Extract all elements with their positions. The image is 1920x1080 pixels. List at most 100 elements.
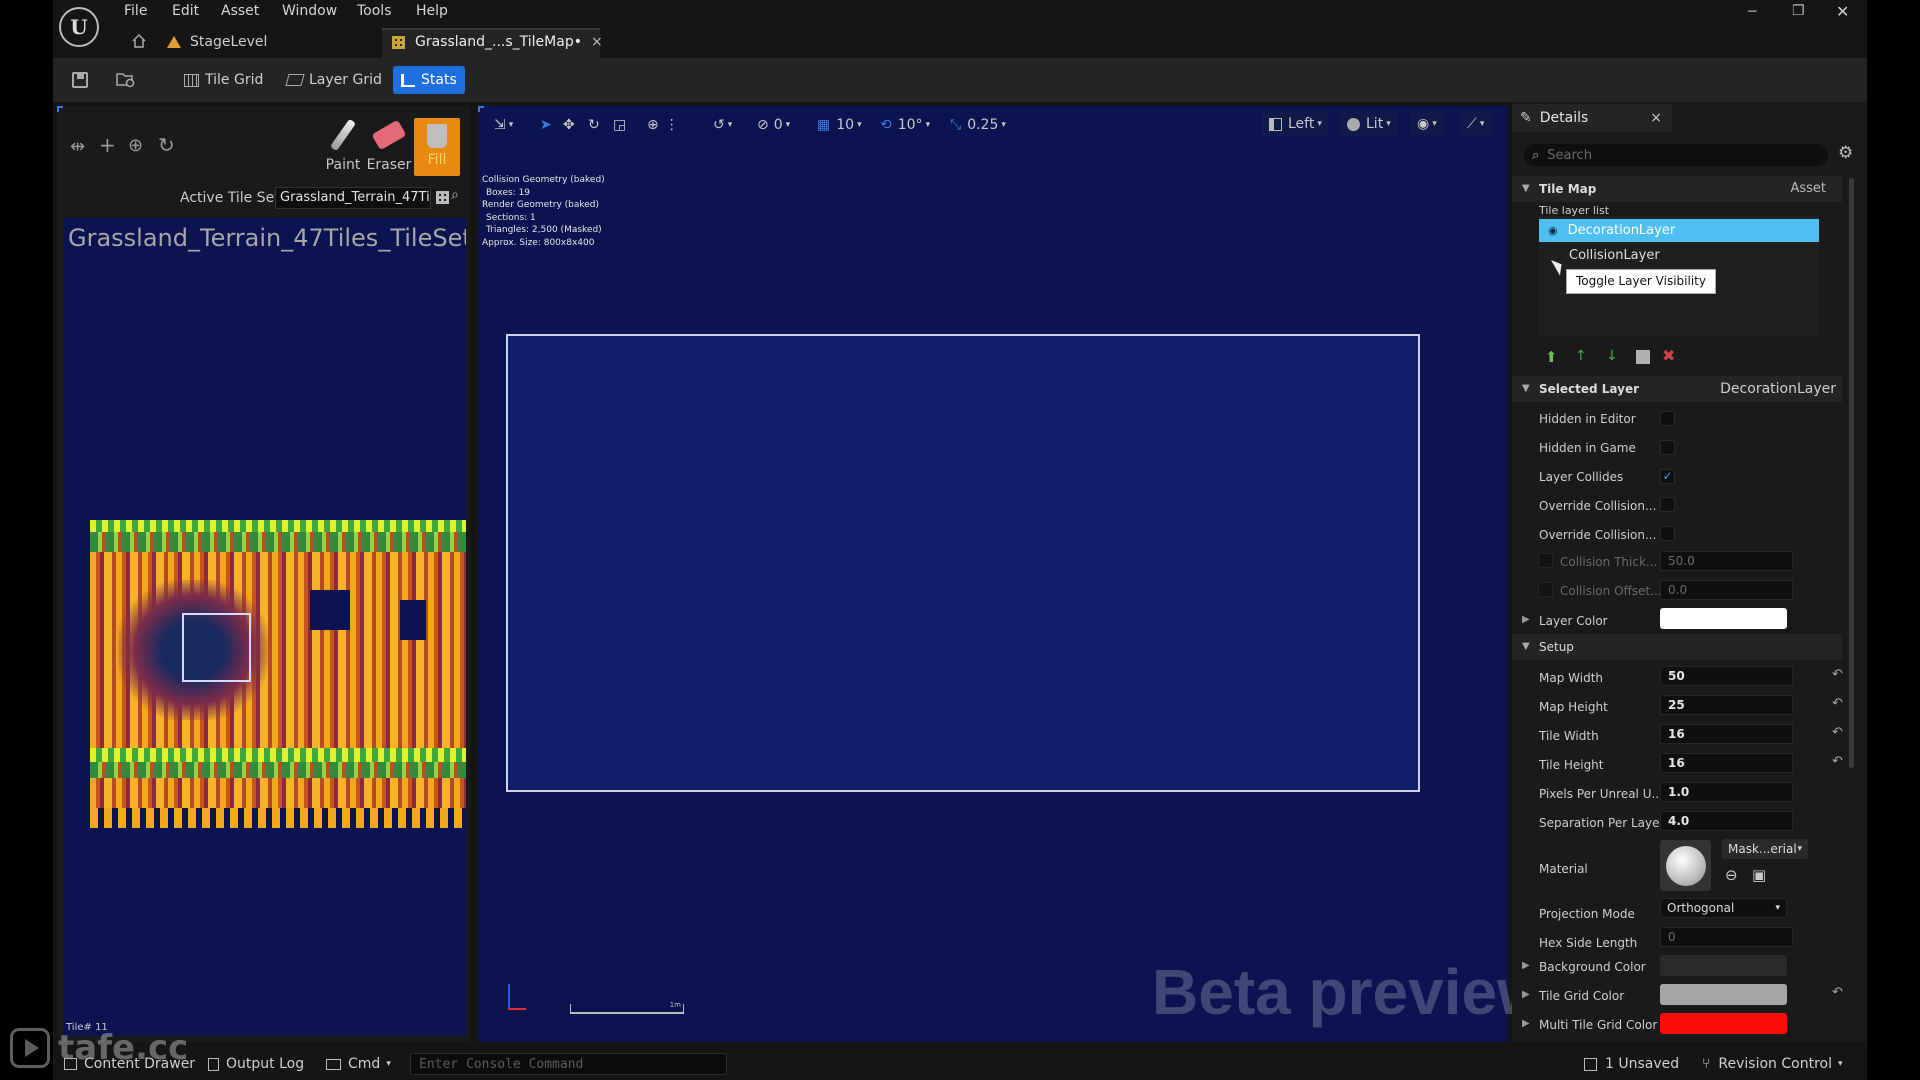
- hidden-in-game-checkbox[interactable]: [1660, 440, 1675, 455]
- surface-snap-dropdown[interactable]: ↺ ▾: [713, 114, 732, 136]
- add-layer-icon[interactable]: ⬆: [1545, 348, 1558, 366]
- menu-edit[interactable]: Edit: [172, 3, 199, 19]
- translate-tool[interactable]: ✥: [563, 114, 575, 136]
- layer-grid-button[interactable]: Layer Grid: [279, 66, 390, 94]
- eye-icon[interactable]: ◉: [1548, 224, 1558, 237]
- tileset-search-icon[interactable]: ⌕: [451, 187, 459, 203]
- tileset-grid-icon[interactable]: [436, 191, 449, 204]
- tilemap-section-header[interactable]: ▼ Tile Map Asset: [1512, 176, 1842, 202]
- override-collision-thickness-checkbox[interactable]: [1660, 497, 1675, 512]
- collision-thickness-field[interactable]: 50.0: [1660, 551, 1793, 571]
- rotate-tool[interactable]: ↻: [588, 114, 600, 136]
- reset-icon[interactable]: ↶: [1832, 754, 1843, 769]
- rotation-snap[interactable]: ⊘ 0 ▾: [757, 114, 790, 136]
- minimize-button[interactable]: ─: [1748, 4, 1756, 20]
- tile-grid-button[interactable]: Tile Grid: [176, 66, 271, 94]
- projection-mode-dropdown[interactable]: Orthogonal ▾: [1660, 898, 1787, 918]
- save-icon[interactable]: [72, 72, 88, 88]
- console-input[interactable]: Enter Console Command: [410, 1053, 727, 1075]
- collision-offset-enable-checkbox[interactable]: [1538, 582, 1553, 597]
- expand-icon[interactable]: ▶: [1522, 614, 1530, 625]
- viewport-settings-dropdown[interactable]: ⟋ ▾: [1460, 111, 1492, 137]
- details-scrollbar[interactable]: [1849, 178, 1854, 768]
- active-tileset-field[interactable]: Grassland_Terrain_47Ti: [275, 187, 431, 209]
- tileset-canvas[interactable]: Grassland_Terrain_47Tiles_TileSet Tile# …: [64, 218, 466, 1036]
- reset-icon[interactable]: ↶: [1832, 667, 1843, 682]
- fill-tool-button[interactable]: Fill: [414, 118, 460, 176]
- material-dropdown[interactable]: Mask...erial ▾: [1722, 839, 1808, 859]
- delete-layer-icon[interactable]: ✖: [1662, 346, 1675, 365]
- multi-tile-grid-color-swatch[interactable]: [1660, 1013, 1787, 1034]
- menu-window[interactable]: Window: [282, 3, 337, 19]
- select-mode-dropdown[interactable]: ⇲ ▾: [494, 114, 513, 136]
- move-icon[interactable]: +: [99, 133, 116, 157]
- stats-button[interactable]: Stats: [393, 66, 465, 94]
- menu-help[interactable]: Help: [416, 3, 448, 19]
- override-collision-offset-checkbox[interactable]: [1660, 526, 1675, 541]
- hidden-in-editor-checkbox[interactable]: [1660, 411, 1675, 426]
- view-mode-dropdown[interactable]: Left ▾: [1262, 111, 1329, 137]
- paint-tool-button[interactable]: Paint: [320, 118, 366, 176]
- hex-side-length-field[interactable]: 0: [1660, 927, 1793, 947]
- layer-collides-checkbox[interactable]: ✓: [1660, 469, 1675, 484]
- tab-tilemap[interactable]: Grassland_...s_TileMap• ×: [392, 28, 603, 56]
- background-color-swatch[interactable]: [1660, 955, 1787, 976]
- material-thumbnail[interactable]: [1660, 840, 1711, 891]
- browse-asset-icon[interactable]: [116, 71, 136, 89]
- reset-icon[interactable]: ↶: [1832, 985, 1843, 1000]
- rotate-icon[interactable]: ↻: [158, 133, 175, 157]
- menu-file[interactable]: File: [124, 3, 147, 19]
- tile-height-field[interactable]: 16: [1660, 753, 1793, 773]
- reset-icon[interactable]: ↶: [1832, 696, 1843, 711]
- ue-logo[interactable]: U: [59, 7, 99, 47]
- lit-mode-dropdown[interactable]: Lit ▾: [1340, 111, 1398, 137]
- select-tool[interactable]: ➤: [540, 114, 552, 136]
- tile-width-field[interactable]: 16: [1660, 724, 1793, 744]
- layer-item-decoration[interactable]: ◉ DecorationLayer: [1539, 219, 1819, 242]
- move-layer-up-icon[interactable]: ↑: [1575, 348, 1587, 364]
- angle-snap[interactable]: ⟲ 10° ▾: [880, 114, 930, 136]
- map-height-field[interactable]: 25: [1660, 695, 1793, 715]
- menu-tools[interactable]: Tools: [357, 3, 392, 19]
- revision-control-button[interactable]: ⑂ Revision Control ▾: [1702, 1053, 1843, 1075]
- collision-thickness-enable-checkbox[interactable]: [1538, 553, 1553, 568]
- reset-icon[interactable]: ↶: [1832, 725, 1843, 740]
- collision-offset-field[interactable]: 0.0: [1660, 580, 1793, 600]
- menu-asset[interactable]: Asset: [221, 3, 259, 19]
- layer-item-collision[interactable]: CollisionLayer: [1539, 244, 1819, 267]
- duplicate-layer-icon[interactable]: [1636, 350, 1650, 364]
- browse-asset-icon[interactable]: ▣: [1752, 866, 1766, 884]
- tile-grid-color-swatch[interactable]: [1660, 984, 1787, 1005]
- tab-stagelevel[interactable]: StageLevel: [167, 28, 267, 56]
- output-log-button[interactable]: Output Log: [208, 1053, 304, 1075]
- cmd-dropdown[interactable]: Cmd ▾: [326, 1053, 391, 1075]
- separation-per-layer-field[interactable]: 4.0: [1660, 811, 1793, 831]
- selected-layer-section-header[interactable]: ▼ Selected Layer DecorationLayer: [1512, 376, 1842, 402]
- details-tab[interactable]: ✎ Details ×: [1512, 104, 1672, 132]
- scale-snap[interactable]: ⤡ 0.25 ▾: [950, 114, 1006, 136]
- grid-snap[interactable]: ▦ 10 ▾: [817, 114, 862, 136]
- pixels-per-unit-field[interactable]: 1.0: [1660, 782, 1793, 802]
- details-close-icon[interactable]: ×: [1650, 110, 1662, 126]
- gear-icon[interactable]: ⚙: [1838, 143, 1853, 163]
- close-window-button[interactable]: ✕: [1836, 2, 1849, 21]
- expand-icon[interactable]: ▶: [1522, 1018, 1530, 1029]
- world-local-toggle[interactable]: ⊕ ⋮: [647, 114, 679, 136]
- move-layer-down-icon[interactable]: ↓: [1606, 348, 1618, 364]
- layer-color-swatch[interactable]: [1660, 608, 1787, 629]
- eraser-tool-button[interactable]: Eraser: [366, 118, 412, 176]
- details-search[interactable]: ⌕ Search: [1524, 144, 1828, 166]
- search-zoom-icon[interactable]: ⊕: [128, 135, 143, 156]
- map-width-field[interactable]: 50: [1660, 666, 1793, 686]
- expand-icon[interactable]: ▶: [1522, 960, 1530, 971]
- restore-button[interactable]: ❐: [1792, 3, 1805, 19]
- scale-tool[interactable]: ◲: [613, 114, 626, 136]
- tab-close-icon[interactable]: ×: [591, 34, 603, 50]
- select-icon[interactable]: ⇹: [70, 136, 85, 157]
- expand-icon[interactable]: ▶: [1522, 989, 1530, 1000]
- home-icon[interactable]: [132, 33, 146, 48]
- unsaved-button[interactable]: 1 Unsaved: [1584, 1053, 1679, 1075]
- use-selected-asset-icon[interactable]: ⊖: [1725, 866, 1738, 884]
- show-dropdown[interactable]: ◉ ▾: [1410, 111, 1444, 137]
- setup-section-header[interactable]: ▼ Setup: [1512, 634, 1842, 660]
